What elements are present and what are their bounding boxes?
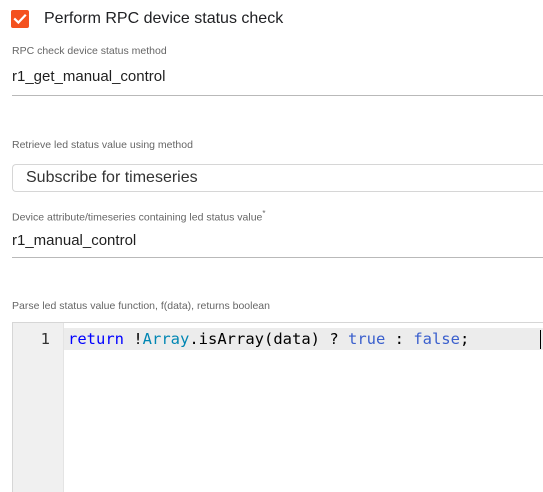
code-keyword-return: return [68,330,124,348]
retrieve-method-select[interactable]: Subscribe for timeseries [12,164,543,192]
status-key-label: Device attribute/timeseries containing l… [12,209,266,224]
code-literal-false: false [413,330,460,348]
rpc-method-underline [12,95,543,96]
perform-rpc-check-checkbox[interactable] [11,10,29,28]
checkmark-icon [13,13,27,25]
perform-rpc-check-checkbox-row[interactable]: Perform RPC device status check [11,8,283,30]
code-op-not: ! [124,330,143,348]
code-literal-true: true [347,330,386,348]
code-semicolon: ; [459,330,470,348]
rpc-method-label: RPC check device status method [12,45,167,57]
status-key-underline [12,257,543,258]
retrieve-method-label: Retrieve led status value using method [12,139,193,151]
text-cursor [540,330,541,349]
code-line[interactable]: return !Array.isArray(data) ? true : fal… [68,328,469,350]
code-builtin-array: Array [142,330,190,348]
line-number: 1 [40,330,50,348]
code-call: .isArray(data) ? [189,330,348,348]
code-op-colon: : [385,330,414,348]
perform-rpc-check-label: Perform RPC device status check [44,10,284,27]
status-key-input[interactable]: r1_manual_control [12,232,136,249]
status-key-label-text: Device attribute/timeseries containing l… [12,211,263,224]
required-asterisk: * [262,209,266,218]
rpc-method-input[interactable]: r1_get_manual_control [12,68,165,85]
parse-function-label: Parse led status value function, f(data)… [12,300,270,312]
parse-function-code-editor[interactable]: 1 return !Array.isArray(data) ? true : f… [12,322,543,492]
retrieve-method-selected-value: Subscribe for timeseries [26,169,198,186]
